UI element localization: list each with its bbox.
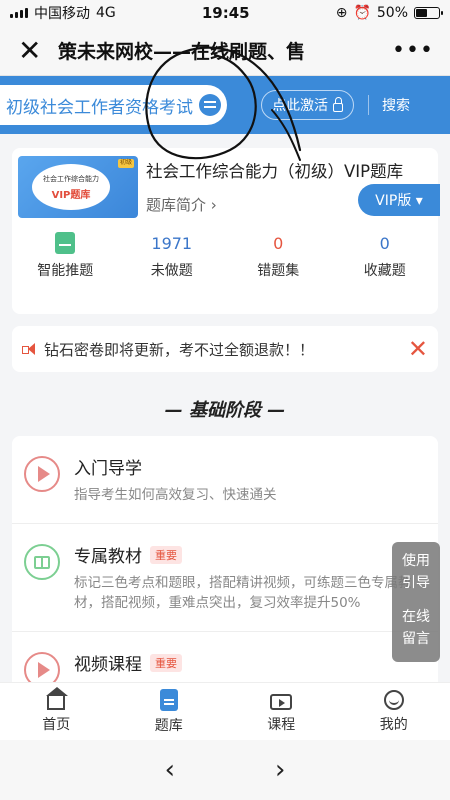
- exam-switcher[interactable]: 初级社会工作者资格考试: [0, 85, 227, 125]
- stat-label: 未做题: [150, 263, 193, 279]
- course-icon: [270, 693, 293, 710]
- lesson-item[interactable]: 入门导学 指导考生如何高效复习、快速通关: [12, 436, 438, 524]
- vip-version-button[interactable]: VIP版 ▾: [358, 184, 440, 216]
- search-button[interactable]: 搜索: [382, 95, 410, 115]
- status-right: ⊕ ⏰ 50%: [335, 5, 443, 21]
- tab-label: 题库: [154, 717, 183, 734]
- lock-icon: [333, 96, 343, 112]
- product-title: 社会工作综合能力（初级）VIP题库: [146, 162, 404, 181]
- lesson-list: 入门导学 指导考生如何高效复习、快速通关 专属教材 重要 标记三色考点和题眼，搭…: [12, 436, 438, 696]
- stat-smart-recommend[interactable]: 智能推题: [12, 232, 119, 280]
- tab-profile[interactable]: 我的: [338, 683, 450, 740]
- cover-subtitle: 社会工作综合能力: [43, 174, 99, 183]
- tab-question-bank[interactable]: 题库: [113, 683, 226, 740]
- battery-icon: [414, 7, 443, 19]
- stat-label: 错题集: [257, 263, 300, 279]
- notice-text[interactable]: 钻石密卷即将更新，考不过全额退款！！: [44, 339, 408, 360]
- stat-wrong[interactable]: 0 错题集: [225, 232, 332, 280]
- status-left: 中国移动 4G: [10, 3, 116, 23]
- floating-help-panel: 使用 引导 在线 留言: [392, 542, 440, 662]
- speaker-icon: [22, 342, 36, 356]
- question-bank-icon: [159, 688, 178, 711]
- activate-button[interactable]: 点此激活: [261, 90, 354, 120]
- smart-recommend-icon: [55, 232, 76, 254]
- section-title: — 基础阶段 —: [164, 400, 286, 421]
- banner-divider: [368, 95, 369, 115]
- stat-value: 0: [379, 234, 390, 253]
- exam-banner: 初级社会工作者资格考试 点此激活 搜索: [0, 76, 450, 134]
- forward-icon[interactable]: ›: [275, 755, 285, 785]
- network-label: 4G: [96, 5, 116, 21]
- stat-undone[interactable]: 1971 未做题: [119, 232, 226, 280]
- status-bar: 中国移动 4G 19:45 ⊕ ⏰ 50%: [0, 0, 450, 26]
- usage-guide-line1: 使用: [402, 553, 430, 569]
- stat-label: 智能推题: [37, 263, 94, 279]
- carrier-label: 中国移动: [34, 6, 90, 22]
- book-icon: [24, 544, 60, 580]
- online-message-line1: 在线: [402, 609, 430, 625]
- signal-icon: [10, 8, 28, 18]
- close-icon[interactable]: ✕: [18, 36, 58, 65]
- cover-tag: 初级: [117, 159, 134, 168]
- lesson-desc: 指导考生如何高效复习、快速通关: [74, 487, 277, 503]
- more-icon[interactable]: •••: [392, 38, 433, 63]
- stat-value: 1971: [151, 234, 193, 253]
- cover-label: 社会工作综合能力 VIP题库: [32, 164, 110, 210]
- lesson-title: 专属教材: [74, 547, 142, 567]
- nav-bar: ✕ 策未来网校——在线刷题、售 •••: [0, 26, 450, 76]
- home-icon: [46, 686, 69, 710]
- status-time: 19:45: [201, 4, 250, 22]
- activate-label: 点此激活: [272, 98, 328, 114]
- alarm-icon: ⏰: [353, 5, 371, 21]
- usage-guide-line2: 引导: [402, 575, 430, 591]
- important-badge: 重要: [150, 653, 182, 672]
- tab-course[interactable]: 课程: [225, 683, 338, 740]
- important-badge: 重要: [150, 545, 182, 564]
- product-cover[interactable]: 社会工作综合能力 VIP题库 初级: [18, 156, 138, 218]
- stat-label: 收藏题: [363, 263, 406, 279]
- back-icon[interactable]: ‹: [165, 755, 175, 785]
- battery-level: [416, 9, 427, 17]
- lesson-title: 视频课程: [74, 655, 142, 675]
- product-card: 社会工作综合能力 VIP题库 初级 社会工作综合能力（初级）VIP题库 题库简介…: [12, 148, 440, 314]
- profile-icon: [383, 689, 404, 710]
- orientation-lock-icon: ⊕: [335, 5, 348, 21]
- lesson-title: 入门导学: [74, 459, 142, 479]
- tab-label: 我的: [379, 716, 408, 733]
- stat-value: 0: [273, 234, 284, 253]
- browser-nav: ‹ ›: [0, 740, 450, 800]
- stat-favorites[interactable]: 0 收藏题: [332, 232, 439, 280]
- close-notice-icon[interactable]: ✕: [408, 337, 428, 361]
- tab-label: 首页: [42, 716, 71, 733]
- lesson-desc: 标记三色考点和题眼，搭配精讲视频，可练题三色专属教材，搭配视频，重难点突出，复习…: [74, 575, 412, 611]
- battery-percent: 50%: [376, 5, 408, 21]
- cover-title: VIP题库: [51, 189, 91, 201]
- notice-bar: 钻石密卷即将更新，考不过全额退款！！ ✕: [12, 326, 438, 372]
- switch-exam-icon[interactable]: [199, 94, 221, 116]
- usage-guide-button[interactable]: 使用 引导: [392, 550, 440, 594]
- tab-bar: 首页 题库 课程 我的: [0, 682, 450, 740]
- play-icon: [24, 456, 60, 492]
- stats-row: 智能推题 1971 未做题 0 错题集 0 收藏题: [12, 232, 438, 280]
- lesson-item[interactable]: 专属教材 重要 标记三色考点和题眼，搭配精讲视频，可练题三色专属教材，搭配视频，…: [12, 524, 438, 632]
- page-title: 策未来网校——在线刷题、售: [58, 41, 306, 63]
- exam-name: 初级社会工作者资格考试: [6, 97, 193, 118]
- online-message-button[interactable]: 在线 留言: [392, 606, 440, 650]
- tab-home[interactable]: 首页: [0, 683, 113, 740]
- online-message-line2: 留言: [402, 631, 430, 647]
- tab-label: 课程: [267, 716, 296, 733]
